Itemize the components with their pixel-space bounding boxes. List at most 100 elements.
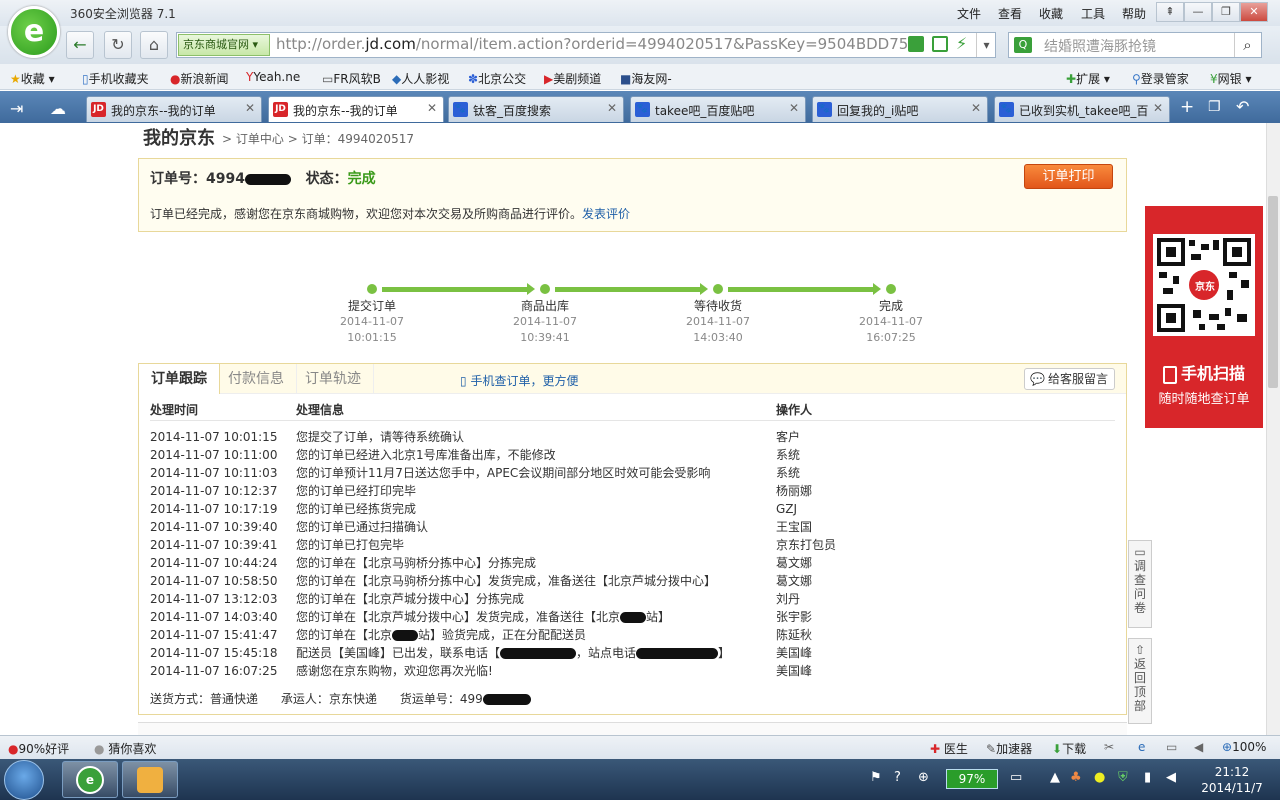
browser-tab-0[interactable]: JD 我的京东--我的订单 ✕ xyxy=(86,96,262,122)
doctor-button[interactable]: ✚ 医生 xyxy=(930,740,968,757)
speed-mode-icon[interactable]: ⚡ xyxy=(956,34,967,53)
table-row: 2014-11-07 10:58:50 您的订单在【北京马驹桥分拣中心】发货完成，… xyxy=(150,572,1110,590)
home-button[interactable]: ⌂ xyxy=(140,31,168,59)
tray-qq-icon[interactable]: ♣ xyxy=(1070,770,1082,785)
download-button[interactable]: ⬇下载 xyxy=(1052,740,1086,757)
table-row: 2014-11-07 10:44:24 您的订单在【北京马驹桥分拣中心】分拣完成 葛… xyxy=(150,554,1110,572)
close-window-button[interactable]: ✕ xyxy=(1240,2,1268,22)
url-text[interactable]: http://order.jd.com/normal/item.action?o… xyxy=(276,35,918,53)
pin-button[interactable]: ⇞ xyxy=(1156,2,1184,22)
search-icon[interactable]: ⌕ xyxy=(1234,33,1260,57)
tab-close-icon[interactable]: ✕ xyxy=(607,101,617,115)
compat-mode-icon[interactable] xyxy=(908,36,924,52)
taskbar-chat[interactable] xyxy=(122,761,178,798)
menu-favorites[interactable]: 收藏 xyxy=(1039,5,1063,22)
bookmark-haiyou[interactable]: ■海友网- xyxy=(620,70,672,87)
browser-tab-5[interactable]: 🐾 已收到实机_takee吧_百 ✕ xyxy=(994,96,1170,122)
bookmark-bus[interactable]: ✽北京公交 xyxy=(468,70,526,87)
tray-help-icon[interactable]: ? xyxy=(894,770,901,785)
menu-tools[interactable]: 工具 xyxy=(1081,5,1105,22)
tab-payment-info[interactable]: 付款信息 xyxy=(216,364,297,394)
url-dropdown-icon[interactable]: ▾ xyxy=(976,33,996,57)
zoom-button[interactable]: ⊕100% xyxy=(1222,740,1266,754)
bookmark-mobile[interactable]: ▯手机收藏夹 xyxy=(82,70,149,87)
window-icon[interactable]: ▭ xyxy=(1166,740,1177,754)
guess-like-button[interactable]: ● 猜你喜欢 xyxy=(94,740,156,757)
undo-close-icon[interactable]: ↶ xyxy=(1236,97,1249,116)
back-button[interactable]: ← xyxy=(66,31,94,59)
bookmark-favorites[interactable]: ★收藏 ▾ xyxy=(10,70,55,87)
rating-button[interactable]: ●90%好评 xyxy=(8,740,69,757)
volume-icon[interactable]: ◀ xyxy=(1194,740,1203,754)
search-engine-icon[interactable]: Q xyxy=(1014,37,1032,53)
tab-order-route[interactable]: 订单轨迹 xyxy=(293,364,374,394)
mobile-order-link[interactable]: ▯ 手机查订单，更方便 xyxy=(460,372,578,389)
taskbar-browser[interactable]: e xyxy=(62,761,118,798)
shield-icon[interactable]: ⛨ xyxy=(1118,770,1128,785)
back-to-top-button[interactable]: ⇧ 返回顶部 xyxy=(1128,638,1152,724)
system-clock[interactable]: 21:12 2014/11/7 xyxy=(1196,764,1268,796)
restore-button[interactable]: ❐ xyxy=(1212,2,1240,22)
page-title[interactable]: 我的京东 xyxy=(143,124,215,150)
row-time: 2014-11-07 10:39:40 xyxy=(150,520,278,534)
scrollbar-thumb[interactable] xyxy=(1268,196,1278,388)
tab-close-icon[interactable]: ✕ xyxy=(245,101,255,115)
back-top-label: 返回顶部 xyxy=(1134,657,1147,713)
tray-flag-icon[interactable]: ⚑ xyxy=(870,770,882,785)
sidebar-toggle-icon[interactable]: ⇥ xyxy=(10,99,23,118)
network-icon[interactable]: ▮ xyxy=(1144,770,1151,785)
baidu-paw-icon: 🐾 xyxy=(817,102,832,117)
tab-close-icon[interactable]: ✕ xyxy=(789,101,799,115)
login-manager-button[interactable]: ⚲登录管家 xyxy=(1132,70,1189,87)
progress-step-label: 等待收货 xyxy=(693,299,742,313)
bookmark-renren[interactable]: ◆人人影视 xyxy=(392,70,449,87)
refresh-button[interactable]: ↻ xyxy=(104,31,132,59)
speaker-icon[interactable]: ◀ xyxy=(1166,770,1176,785)
tab-close-icon[interactable]: ✕ xyxy=(427,101,437,115)
menu-view[interactable]: 查看 xyxy=(998,5,1022,22)
tab-close-icon[interactable]: ✕ xyxy=(1153,101,1163,115)
battery-indicator[interactable]: 97% xyxy=(946,769,998,789)
share-icon[interactable] xyxy=(932,36,948,52)
bookmark-yeah[interactable]: YYeah.ne xyxy=(246,70,300,84)
accelerator-button[interactable]: ✎加速器 xyxy=(986,740,1032,757)
tab-close-icon[interactable]: ✕ xyxy=(971,101,981,115)
bookmark-sina[interactable]: ●新浪新闻 xyxy=(170,70,229,87)
print-order-button[interactable]: 订单打印 xyxy=(1024,164,1113,189)
tab-order-tracking[interactable]: 订单跟踪 xyxy=(139,364,220,394)
tray-chat-icon[interactable]: ● xyxy=(1094,770,1105,785)
bookmark-drama[interactable]: ▶美剧频道 xyxy=(544,70,601,87)
review-link[interactable]: 发表评价 xyxy=(582,207,630,221)
progress-step-time: 10:39:41 xyxy=(520,331,570,344)
progress-line xyxy=(555,287,700,292)
contact-service-button[interactable]: 💬 给客服留言 xyxy=(1024,368,1115,390)
browser-tab-2[interactable]: 🐾 钛客_百度搜索 ✕ xyxy=(448,96,624,122)
bookmark-fr[interactable]: ▭FR风软B xyxy=(322,70,381,87)
row-operator: 陈延秋 xyxy=(776,628,813,642)
cut-icon[interactable]: ✂ xyxy=(1104,740,1114,754)
survey-button[interactable]: ▭ 调查问卷 xyxy=(1128,540,1152,628)
browser-tab-3[interactable]: 🐾 takee吧_百度贴吧 ✕ xyxy=(630,96,806,122)
tray-app-icon[interactable]: ⊕ xyxy=(918,770,929,785)
new-tab-icon[interactable]: + xyxy=(1180,97,1194,117)
browser-tab-4[interactable]: 🐾 回复我的_i贴吧 ✕ xyxy=(812,96,988,122)
table-row: 2014-11-07 10:01:15 您提交了订单，请等待系统确认 客户 xyxy=(150,428,1110,446)
browser-tab-1[interactable]: JD 我的京东--我的订单 ✕ xyxy=(268,96,444,122)
menu-help[interactable]: 帮助 xyxy=(1122,5,1146,22)
browser-logo-icon[interactable]: e xyxy=(8,6,60,58)
minimize-button[interactable]: — xyxy=(1184,2,1212,22)
breadcrumb-order-center[interactable]: 订单中心 xyxy=(236,132,284,146)
netbank-button[interactable]: ¥网银 ▾ xyxy=(1210,70,1252,87)
ie-icon[interactable]: e xyxy=(1138,740,1145,754)
site-badge[interactable]: 京东商城官网 ▾ xyxy=(178,34,270,56)
start-button[interactable] xyxy=(4,760,44,800)
tray-battery-icon[interactable]: ▭ xyxy=(1010,770,1022,785)
bookmark-label: Yeah.ne xyxy=(253,70,301,84)
tab-list-icon[interactable]: ❐ xyxy=(1208,99,1221,115)
tray-expand-icon[interactable]: ▲ xyxy=(1050,770,1060,785)
extensions-button[interactable]: ✚扩展 ▾ xyxy=(1066,70,1110,87)
header-operator: 操作人 xyxy=(776,403,813,417)
cloud-icon[interactable]: ☁ xyxy=(50,99,66,118)
url-path: /normal/item.action?orderid=4994020517&P… xyxy=(415,35,918,53)
menu-file[interactable]: 文件 xyxy=(957,5,981,22)
